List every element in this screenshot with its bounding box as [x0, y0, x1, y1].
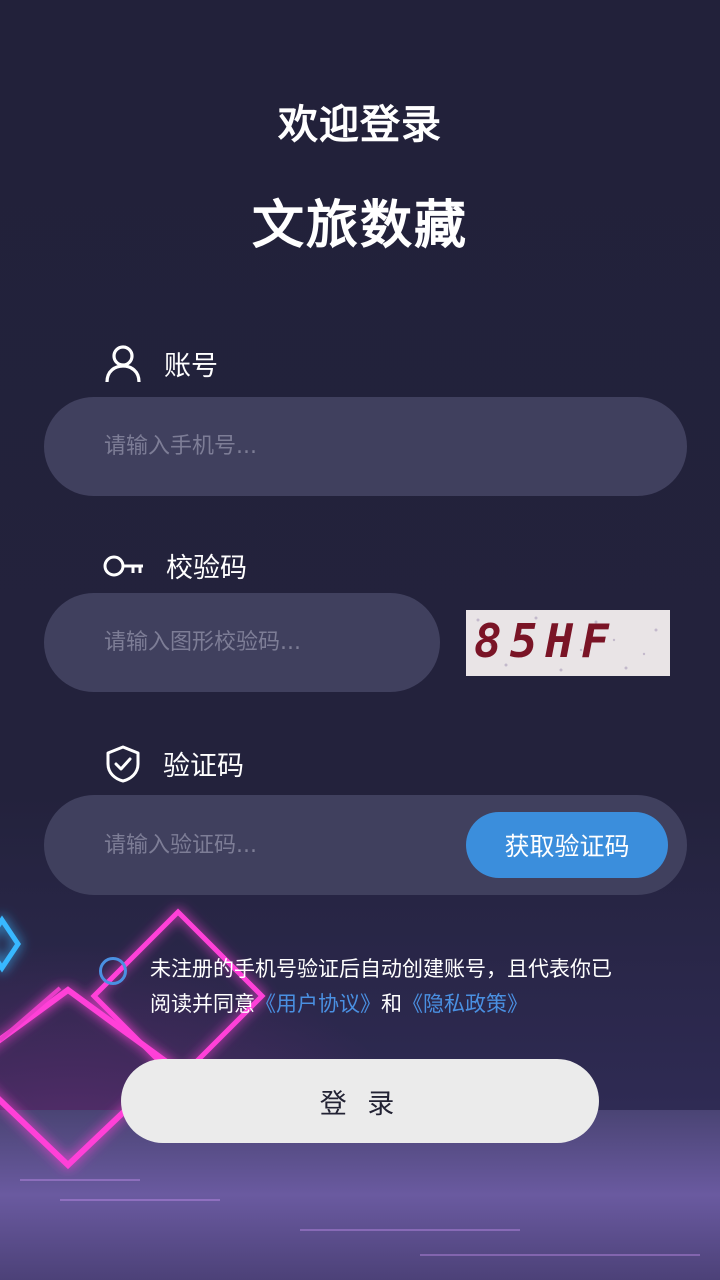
account-label: 账号 — [164, 351, 218, 382]
sms-code-field: 获取验证码 — [44, 795, 687, 895]
captcha-text: 85HF — [474, 614, 617, 668]
captcha-label: 校验码 — [166, 553, 247, 584]
login-button[interactable]: 登 录 — [121, 1059, 599, 1143]
captcha-input[interactable] — [44, 593, 440, 692]
agreement-text: 未注册的手机号验证后自动创建账号，且代表你已阅读并同意《用户协议》和《隐私政策》 — [150, 952, 630, 1022]
captcha-label-row: 校验码 — [102, 546, 247, 585]
app-name: 文旅数藏 — [251, 196, 468, 256]
agreement-connector: 和 — [381, 992, 402, 1016]
phone-input[interactable] — [44, 397, 687, 496]
sms-label: 验证码 — [163, 751, 244, 782]
shield-check-icon — [105, 745, 141, 783]
privacy-policy-link[interactable]: 《隐私政策》 — [402, 992, 528, 1016]
welcome-title: 欢迎登录 — [278, 102, 442, 148]
get-code-button[interactable]: 获取验证码 — [466, 812, 668, 878]
account-label-row: 账号 — [104, 344, 218, 383]
key-icon — [102, 549, 144, 583]
user-icon — [104, 344, 142, 383]
sms-code-input[interactable] — [44, 795, 464, 895]
agreement-radio[interactable] — [99, 957, 127, 985]
user-agreement-link[interactable]: 《用户协议》 — [255, 992, 381, 1016]
captcha-image[interactable]: 85HF — [466, 610, 670, 676]
sms-label-row: 验证码 — [105, 744, 244, 783]
